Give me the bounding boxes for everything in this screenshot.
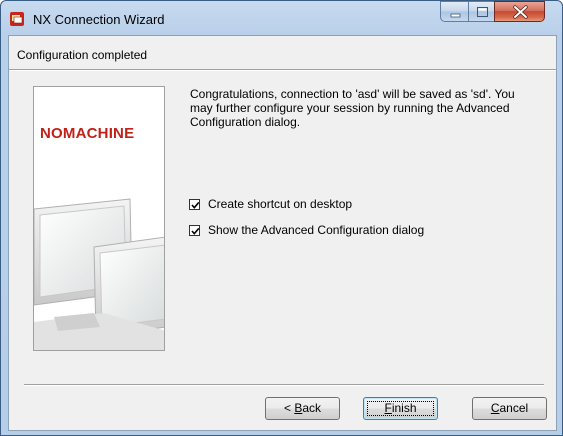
title-bar[interactable]: NX Connection Wizard: [1, 1, 562, 35]
page-title: Configuration completed: [17, 48, 148, 62]
close-button[interactable]: [494, 1, 545, 22]
checkmark-icon: [191, 227, 200, 235]
create-shortcut-option[interactable]: Create shortcut on desktop: [189, 196, 352, 212]
monitors-illustration: [34, 198, 164, 350]
cancel-button[interactable]: Cancel: [472, 397, 547, 420]
cancel-rest: ancel: [499, 401, 529, 415]
show-advanced-checkbox[interactable]: [189, 224, 200, 236]
create-shortcut-checkbox[interactable]: [189, 198, 200, 210]
header-divider: [9, 69, 556, 71]
show-advanced-label: Show the Advanced Configuration dialog: [208, 223, 425, 237]
back-button[interactable]: < Back: [265, 397, 340, 420]
maximize-icon: [477, 7, 488, 17]
maximize-button[interactable]: [468, 1, 495, 22]
footer-divider: [24, 384, 544, 386]
back-prefix: <: [283, 401, 295, 415]
minimize-icon: [450, 13, 461, 18]
completion-message: Congratulations, connection to 'asd' wil…: [190, 87, 515, 129]
nx-app-icon: [9, 11, 25, 27]
focus-rectangle: [367, 401, 434, 416]
create-shortcut-label: Create shortcut on desktop: [208, 197, 353, 211]
back-rest: ack: [302, 401, 322, 415]
checkmark-icon: [191, 201, 200, 209]
wizard-client-area: Configuration completed NOMACHINE Congra…: [8, 35, 557, 431]
nomachine-banner: NOMACHINE: [33, 86, 165, 351]
minimize-button[interactable]: [440, 1, 469, 22]
wizard-window: NX Connection Wizard Configuration compl…: [0, 0, 563, 436]
finish-button[interactable]: Finish: [363, 397, 438, 420]
window-title: NX Connection Wizard: [33, 12, 165, 27]
page-header: Configuration completed: [9, 36, 556, 65]
show-advanced-option[interactable]: Show the Advanced Configuration dialog: [189, 222, 424, 238]
close-icon: [513, 5, 528, 19]
